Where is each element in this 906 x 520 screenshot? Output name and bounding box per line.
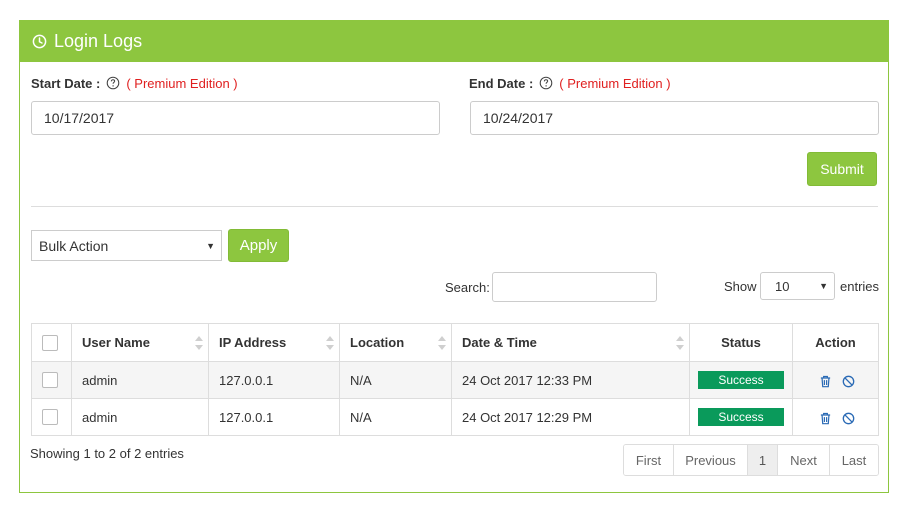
cell-location: N/A [339, 398, 452, 436]
end-date-label: End Date : [469, 75, 534, 91]
cell-action [792, 361, 879, 399]
end-date-input[interactable]: 10/24/2017 [470, 101, 879, 135]
status-badge: Success [698, 408, 784, 426]
apply-button[interactable]: Apply [228, 229, 289, 262]
cell-action [792, 398, 879, 436]
entries-label: entries [840, 279, 880, 294]
start-date-label: Start Date : [31, 75, 101, 91]
cell-status: Success [689, 398, 793, 436]
start-date-label-row: Start Date : ( Premium Edition ) [31, 74, 238, 92]
cell-datetime: 24 Oct 2017 12:29 PM [451, 398, 690, 436]
cell-user: admin [71, 398, 209, 436]
ban-icon[interactable] [842, 375, 855, 388]
page-current[interactable]: 1 [748, 445, 778, 475]
search-label: Search: [445, 280, 490, 295]
row-select-cell [31, 361, 72, 399]
pagination: First Previous 1 Next Last [623, 444, 879, 476]
ban-icon[interactable] [842, 412, 855, 425]
column-ip-address[interactable]: IP Address [208, 323, 340, 362]
sort-icon [438, 336, 446, 350]
table-row: admin 127.0.0.1 N/A 24 Oct 2017 12:33 PM… [31, 361, 879, 399]
column-date-time[interactable]: Date & Time [451, 323, 690, 362]
column-user-name[interactable]: User Name [71, 323, 209, 362]
bulk-action-value: Bulk Action [39, 237, 109, 254]
entries-length-select[interactable]: 10 ▼ [760, 272, 835, 300]
cell-location: N/A [339, 361, 452, 399]
start-date-input[interactable]: 10/17/2017 [31, 101, 440, 135]
caret-down-icon: ▼ [819, 281, 828, 291]
sort-icon [195, 336, 203, 350]
cell-datetime: 24 Oct 2017 12:33 PM [451, 361, 690, 399]
row-checkbox[interactable] [42, 409, 58, 426]
panel-header: Login Logs [20, 21, 888, 62]
table-header-row: User Name IP Address Location Date & Tim… [31, 323, 879, 362]
cell-ip: 127.0.0.1 [208, 398, 340, 436]
column-action: Action [792, 323, 879, 362]
cell-user: admin [71, 361, 209, 399]
question-circle-icon[interactable] [106, 76, 120, 90]
column-location[interactable]: Location [339, 323, 452, 362]
clock-icon [32, 34, 47, 49]
start-premium-note[interactable]: ( Premium Edition ) [126, 76, 237, 91]
page-previous[interactable]: Previous [674, 445, 748, 475]
end-date-label-row: End Date : ( Premium Edition ) [469, 74, 671, 92]
end-premium-note[interactable]: ( Premium Edition ) [559, 76, 670, 91]
table-info: Showing 1 to 2 of 2 entries [30, 446, 184, 461]
entries-length-value: 10 [775, 278, 790, 294]
column-status: Status [689, 323, 793, 362]
page-next[interactable]: Next [778, 445, 830, 475]
sort-icon [676, 336, 684, 350]
trash-icon[interactable] [819, 375, 832, 388]
sort-icon [326, 336, 334, 350]
row-select-cell [31, 398, 72, 436]
caret-down-icon: ▼ [206, 240, 215, 251]
table-row: admin 127.0.0.1 N/A 24 Oct 2017 12:29 PM… [31, 398, 879, 436]
row-checkbox[interactable] [42, 372, 58, 389]
bulk-action-select[interactable]: Bulk Action ▼ [31, 230, 222, 261]
trash-icon[interactable] [819, 412, 832, 425]
question-circle-icon[interactable] [539, 76, 553, 90]
submit-button[interactable]: Submit [807, 152, 877, 186]
select-all-cell [31, 323, 72, 362]
search-input[interactable] [492, 272, 657, 302]
cell-ip: 127.0.0.1 [208, 361, 340, 399]
divider [31, 206, 878, 207]
panel-title: Login Logs [54, 31, 143, 51]
page-first[interactable]: First [624, 445, 674, 475]
show-label: Show [724, 279, 757, 294]
status-badge: Success [698, 371, 784, 389]
page-last[interactable]: Last [830, 445, 878, 475]
cell-status: Success [689, 361, 793, 399]
select-all-checkbox[interactable] [42, 334, 58, 351]
logs-table: User Name IP Address Location Date & Tim… [31, 323, 879, 436]
